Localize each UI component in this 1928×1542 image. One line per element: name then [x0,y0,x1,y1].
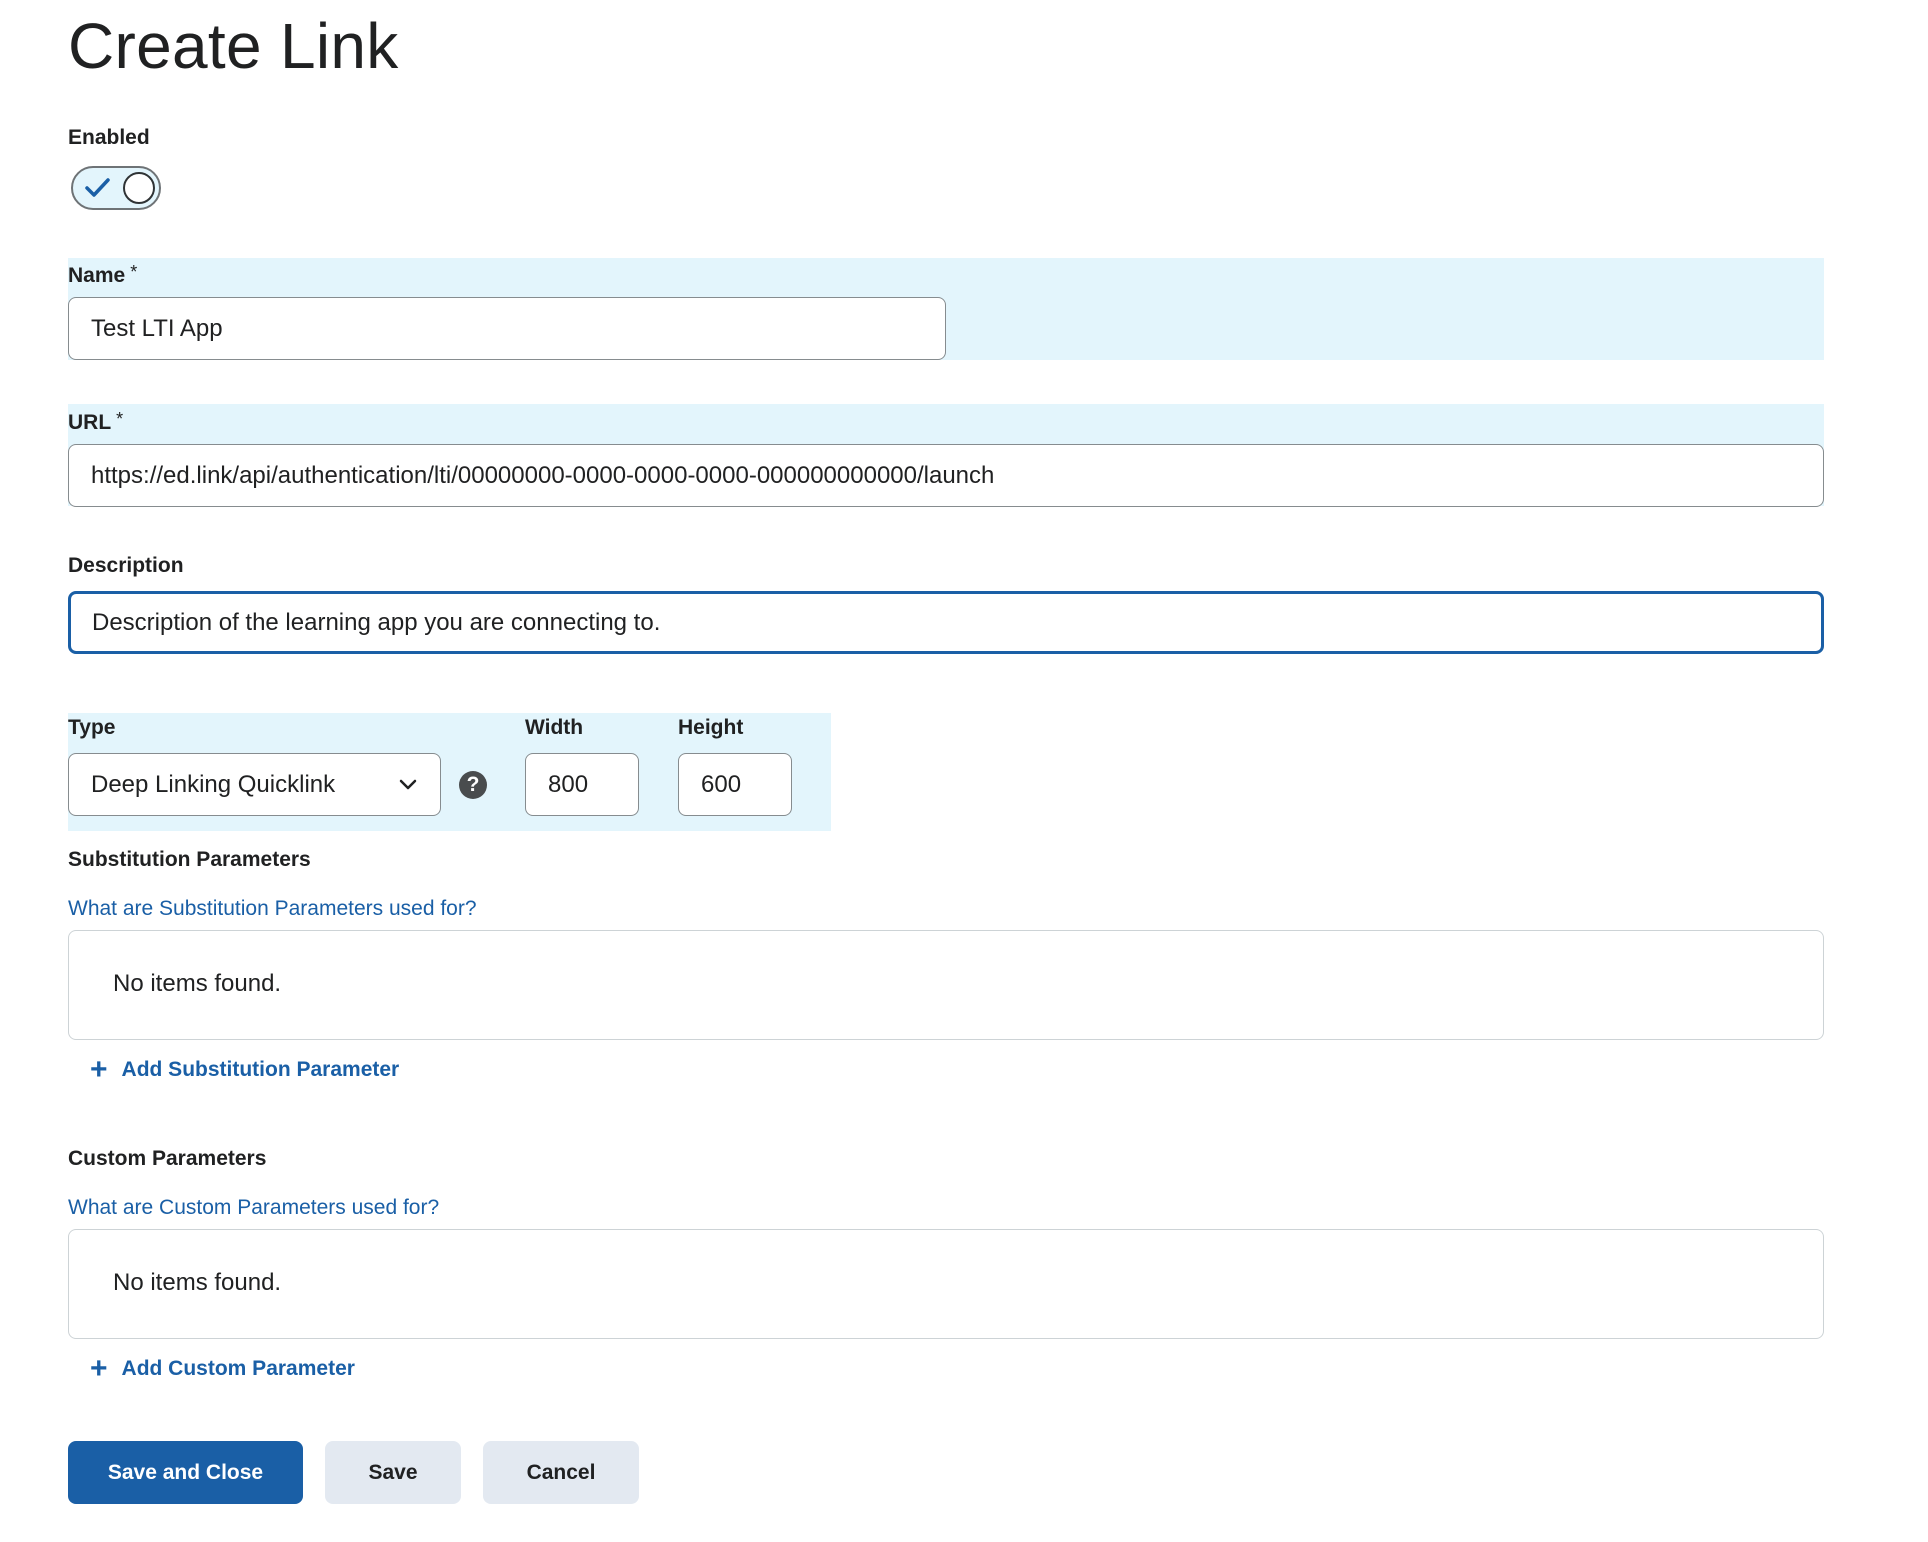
custom-empty-text: No items found. [113,1269,282,1296]
width-input-value: 800 [548,770,589,798]
substitution-heading: Substitution Parameters [68,848,311,871]
name-label: Name * [68,262,138,287]
add-substitution-parameter-button[interactable]: + Add Substitution Parameter [90,1053,400,1086]
add-substitution-label: Add Substitution Parameter [121,1058,400,1081]
name-input-value: Test LTI App [91,314,223,342]
add-custom-parameter-button[interactable]: + Add Custom Parameter [90,1352,355,1385]
substitution-list: No items found. [68,930,1824,1040]
type-select-value: Deep Linking Quicklink [91,770,336,798]
enabled-toggle[interactable] [71,166,161,210]
custom-heading: Custom Parameters [68,1147,267,1170]
url-input[interactable]: https://ed.link/api/authentication/lti/0… [68,444,1824,507]
chevron-down-icon [399,779,417,789]
url-label: URL * [68,409,124,434]
url-input-value: https://ed.link/api/authentication/lti/0… [91,461,995,489]
check-icon [85,178,110,197]
height-label: Height [678,716,744,739]
plus-icon: + [90,1352,108,1385]
add-custom-label: Add Custom Parameter [121,1357,355,1380]
save-button[interactable]: Save [325,1441,461,1504]
description-input[interactable]: Description of the learning app you are … [68,591,1824,654]
substitution-help-link[interactable]: What are Substitution Parameters used fo… [68,895,477,923]
name-input[interactable]: Test LTI App [68,297,946,360]
toggle-knob [123,172,155,204]
height-input[interactable]: 600 [678,753,792,816]
width-label: Width [525,716,584,739]
custom-help-link[interactable]: What are Custom Parameters used for? [68,1194,439,1222]
type-label: Type [68,716,116,739]
plus-icon: + [90,1053,108,1086]
description-label: Description [68,554,184,577]
custom-list: No items found. [68,1229,1824,1339]
page-title: Create Link [68,10,399,82]
question-circle-icon[interactable]: ? [459,771,487,799]
height-input-value: 600 [701,770,742,798]
save-and-close-button[interactable]: Save and Close [68,1441,303,1504]
type-select[interactable]: Deep Linking Quicklink [68,753,441,816]
enabled-label: Enabled [68,126,150,149]
substitution-empty-text: No items found. [113,970,282,997]
width-input[interactable]: 800 [525,753,639,816]
description-input-value: Description of the learning app you are … [92,608,661,636]
cancel-button[interactable]: Cancel [483,1441,639,1504]
